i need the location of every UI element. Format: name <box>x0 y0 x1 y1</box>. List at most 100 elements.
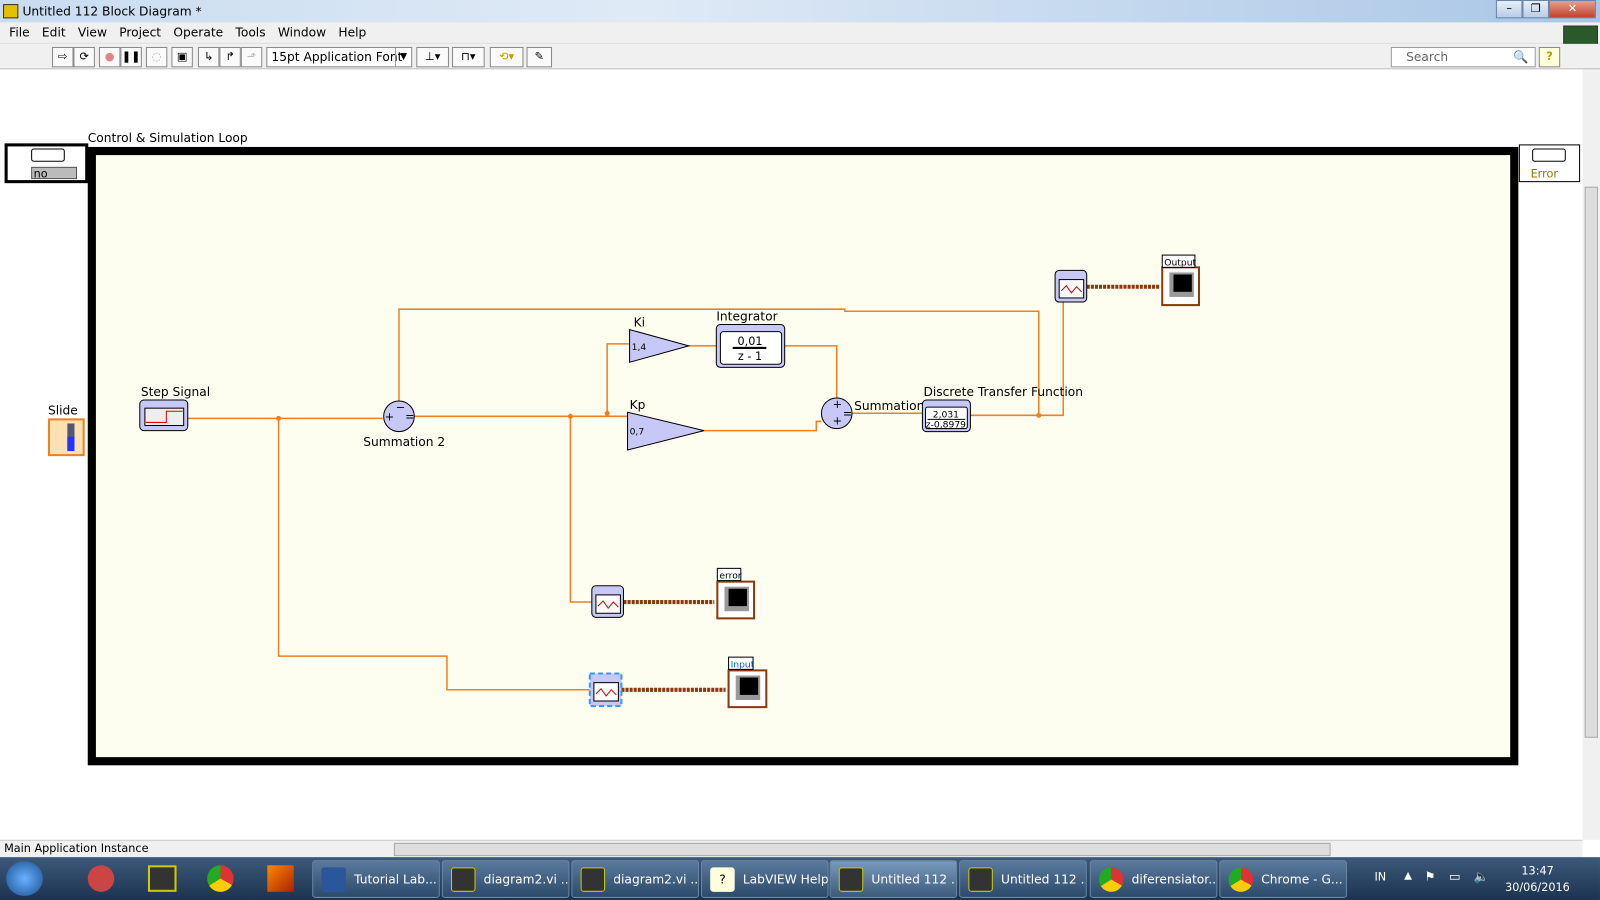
clock-time[interactable]: 13:47 <box>1521 864 1553 877</box>
error-graph-indicator[interactable] <box>716 580 756 620</box>
vertical-scrollbar[interactable] <box>1582 69 1600 840</box>
chevron-down-icon: ▼ <box>394 47 411 67</box>
svg-text:+: + <box>833 398 842 411</box>
step-signal-block[interactable] <box>139 399 189 432</box>
taskbar-item-untitled-112-a[interactable]: Untitled 112 ... <box>829 860 958 898</box>
summation-2-block[interactable]: +−= <box>383 400 415 433</box>
svg-text:=: = <box>843 407 852 420</box>
taskbar-item-labview-help[interactable]: ? LabVIEW Help <box>701 860 829 898</box>
menu-help[interactable]: Help <box>332 22 372 42</box>
menu-window[interactable]: Window <box>272 22 333 42</box>
integrator-label: Integrator <box>716 309 778 323</box>
dtf-label: Discrete Transfer Function <box>923 385 1083 399</box>
dtf-denominator: z-0,8979 <box>926 420 966 431</box>
kp-value: 0,7 <box>630 427 645 438</box>
search-input[interactable]: Search 🔍 <box>1390 46 1536 68</box>
discrete-transfer-function-block[interactable]: 2,031z-0,8979 <box>921 399 971 433</box>
ki-value: 1,4 <box>632 342 647 353</box>
loop-input-value: no <box>34 168 48 181</box>
search-placeholder: Search <box>1406 49 1449 65</box>
taskbar-item-chrome[interactable]: Chrome - G... <box>1219 860 1347 898</box>
context-label: Main Application Instance <box>4 841 149 856</box>
clean-up-diagram-icon[interactable]: ✎ <box>526 46 553 68</box>
status-bar: Main Application Instance <box>0 839 1583 858</box>
kp-label: Kp <box>630 398 646 412</box>
help-button[interactable]: ? <box>1538 46 1561 68</box>
taskbar: Tutorial Lab... diagram2.vi ... diagram2… <box>0 857 1600 900</box>
menu-project[interactable]: Project <box>113 22 167 42</box>
window-title: Untitled 112 Block Diagram * <box>22 4 202 19</box>
sim-time-waveform-input[interactable] <box>588 672 623 708</box>
close-button[interactable]: ✕ <box>1548 0 1596 19</box>
step-out-icon[interactable]: ⬏ <box>240 46 263 68</box>
step-over-icon[interactable]: ↱ <box>219 46 241 68</box>
sim-time-waveform-error[interactable] <box>591 585 624 618</box>
distribute-objects-icon[interactable]: ⊓▾ <box>452 46 485 68</box>
loop-input-node[interactable]: no <box>4 143 89 184</box>
matlab-taskbar-icon[interactable] <box>267 865 294 892</box>
abort-icon[interactable]: ● <box>98 46 121 68</box>
labview-taskbar-icon[interactable] <box>147 865 177 892</box>
input-graph-indicator[interactable] <box>727 669 768 709</box>
loop-error-value: Error <box>1531 168 1559 181</box>
vertical-scrollbar-thumb[interactable] <box>1584 186 1598 738</box>
integrator-denominator: z - 1 <box>738 350 762 363</box>
maximize-button[interactable]: ❐ <box>1522 0 1549 19</box>
taskbar-item-diagram2-a[interactable]: diagram2.vi ... <box>441 860 570 898</box>
title-bar: Untitled 112 Block Diagram * <box>0 0 1600 23</box>
pause-icon[interactable]: ❚❚ <box>120 46 142 68</box>
input-label: Input <box>731 659 755 670</box>
minimize-button[interactable]: – <box>1495 0 1523 19</box>
step-signal-label: Step Signal <box>141 385 210 399</box>
menu-view[interactable]: View <box>72 22 113 42</box>
pinned-app-icon[interactable] <box>87 865 115 892</box>
start-button[interactable] <box>6 861 43 896</box>
action-center-flag-icon[interactable]: ⚑ <box>1424 869 1435 883</box>
loop-output-node[interactable]: Error <box>1518 144 1581 183</box>
summation-2-label: Summation 2 <box>363 435 445 449</box>
menu-file[interactable]: File <box>3 22 36 42</box>
ki-label: Ki <box>634 316 645 330</box>
summation-block[interactable]: + += <box>820 397 853 430</box>
slide-control[interactable] <box>47 418 85 457</box>
integrator-block[interactable]: 0,01 z - 1 <box>715 323 786 368</box>
volume-muted-icon[interactable]: 🔈 <box>1473 869 1488 883</box>
run-continuously-icon[interactable]: ⟳ <box>73 46 95 68</box>
taskbar-item-word[interactable]: Tutorial Lab... <box>312 860 440 898</box>
menu-tools[interactable]: Tools <box>229 22 271 42</box>
integrator-numerator: 0,01 <box>738 335 763 348</box>
reorder-icon[interactable]: ⟲▾ <box>489 46 524 68</box>
menu-edit[interactable]: Edit <box>36 22 72 42</box>
search-icon[interactable]: 🔍 <box>1513 48 1528 66</box>
clock-date[interactable]: 30/06/2016 <box>1505 881 1570 894</box>
font-select[interactable]: 15pt Application Font ▼ <box>266 46 413 68</box>
taskbar-item-chrome-diferensiator[interactable]: diferensiator... <box>1089 860 1218 898</box>
align-objects-icon[interactable]: ⊥▾ <box>416 46 449 68</box>
font-select-value: 15pt Application Font <box>271 49 403 65</box>
chrome-taskbar-icon[interactable] <box>207 865 234 892</box>
summation-label: Summation <box>854 399 924 413</box>
svg-text:+: + <box>833 414 842 427</box>
toolbar: ⇨ ⟳ ● ❚❚ ◌ ▣ ↳ ↱ ⬏ 15pt Application Font… <box>0 43 1600 70</box>
sim-time-waveform-output[interactable] <box>1054 269 1088 303</box>
svg-text:=: = <box>405 410 414 423</box>
control-simulation-loop[interactable] <box>87 146 1519 766</box>
taskbar-item-diagram2-b[interactable]: diagram2.vi ... <box>571 860 699 898</box>
menu-operate[interactable]: Operate <box>167 22 229 42</box>
network-icon[interactable]: ▭ <box>1449 869 1461 883</box>
retain-wire-values-icon[interactable]: ▣ <box>171 46 193 68</box>
tray-expand-icon[interactable]: ▲ <box>1404 870 1412 881</box>
horizontal-scrollbar-thumb[interactable] <box>393 842 1331 857</box>
slide-label: Slide <box>48 403 78 417</box>
labview-app-icon <box>3 4 19 19</box>
language-indicator[interactable]: IN <box>1374 870 1386 883</box>
svg-text:−: − <box>396 401 405 414</box>
block-diagram-canvas[interactable]: Control & Simulation Loop no Error Slide… <box>0 69 1583 840</box>
step-into-icon[interactable]: ↳ <box>197 46 220 68</box>
highlight-execution-icon[interactable]: ◌ <box>145 46 168 68</box>
output-graph-indicator[interactable] <box>1161 266 1200 307</box>
svg-text:+: + <box>385 410 394 423</box>
run-icon[interactable]: ⇨ <box>52 46 74 68</box>
taskbar-item-untitled-112-b[interactable]: Untitled 112 ... <box>959 860 1087 898</box>
loop-label: Control & Simulation Loop <box>88 131 248 145</box>
